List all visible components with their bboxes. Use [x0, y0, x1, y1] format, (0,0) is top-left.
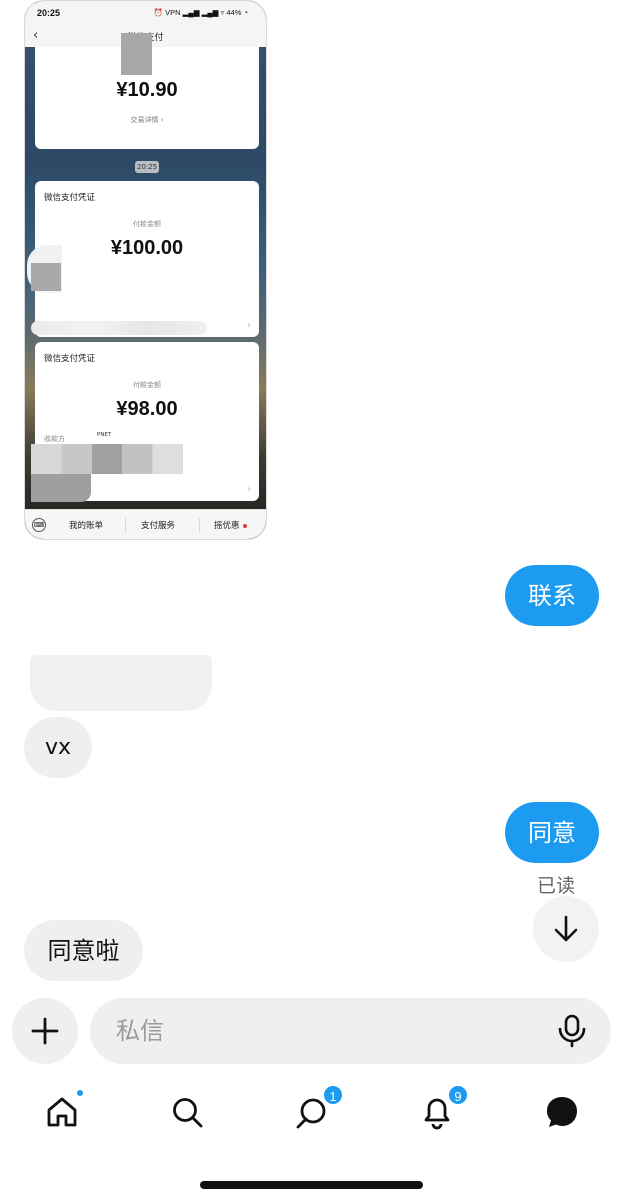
pixelated-redaction [121, 33, 152, 75]
pixelated-redaction [31, 474, 91, 502]
home-icon [47, 1097, 77, 1127]
payee-label: 收款方 [44, 435, 65, 443]
nav-communities[interactable]: 1 [292, 1084, 344, 1132]
nav-direct-messages[interactable] [542, 1092, 582, 1132]
image-time-chip: 20:25 [135, 161, 159, 173]
message-bubble-incoming[interactable]: 同意啦 [24, 920, 143, 981]
plus-icon [31, 1017, 59, 1045]
chevron-right-icon: › [247, 320, 251, 331]
nav-notifications[interactable]: 9 [417, 1084, 469, 1132]
image-status-bar: 20:25 ⏰ VPN ▂▄▆ ▂▄▆ ▿ 44% ◔ [25, 1, 266, 25]
image-status-icons: ⏰ VPN ▂▄▆ ▂▄▆ ▿ 44% ◔ [153, 8, 248, 17]
arrow-down-icon [554, 915, 578, 942]
message-bubble-incoming[interactable]: vx [24, 717, 92, 778]
microphone-icon[interactable] [557, 1014, 587, 1048]
scroll-to-bottom-button[interactable] [533, 896, 599, 962]
payment-amount: ¥10.90 [116, 79, 178, 101]
image-tab-pay-services: 支付服务 [141, 521, 176, 531]
message-input[interactable] [116, 1011, 536, 1051]
payment-amount-label: 付款金额 [133, 220, 161, 228]
payment-amount: ¥100.00 [110, 237, 184, 259]
message-text: vx [44, 734, 72, 760]
blurred-redaction [31, 321, 207, 335]
nav-search[interactable] [167, 1092, 207, 1132]
nav-home[interactable] [42, 1088, 85, 1132]
payment-amount: ¥98.00 [116, 398, 178, 420]
shared-payment-screenshot[interactable]: 20:25 ⏰ VPN ▂▄▆ ▂▄▆ ▿ 44% ◔ ‹ 微信支付 ¥10.9… [24, 0, 267, 540]
message-bubble-outgoing[interactable]: 同意 [505, 802, 599, 863]
tab-divider [199, 518, 200, 532]
payment-card: 微信支付凭证 付款金额 ¥100.00 › [35, 181, 259, 337]
notifications-count-badge: 9 [447, 1084, 469, 1106]
messages-count-badge: 1 [322, 1084, 344, 1106]
unread-dot-badge [75, 1088, 85, 1098]
pixelated-redaction [31, 444, 183, 474]
transaction-details-link: 交易详情 › [130, 116, 164, 124]
search-icon [173, 1098, 203, 1128]
message-composer [90, 998, 611, 1064]
payment-amount-label: 付款金额 [133, 381, 161, 389]
image-status-time: 20:25 [37, 8, 61, 18]
home-indicator [200, 1181, 423, 1189]
payment-card-title: 微信支付凭证 [44, 354, 96, 364]
chevron-right-icon: › [247, 484, 251, 495]
add-attachment-button[interactable] [12, 998, 78, 1064]
payee-logo: PNET [97, 432, 112, 438]
image-tab-my-bill: 我的账单 [69, 521, 104, 531]
image-tab-bar: ⌨ 我的账单 支付服务 摇优惠 [25, 509, 266, 539]
read-receipt: 已读 [537, 875, 576, 897]
tab-divider [125, 518, 126, 532]
payment-card-title: 微信支付凭证 [44, 193, 96, 203]
image-tab-shake-offers-label: 摇优惠 [214, 521, 240, 531]
message-text: 同意 [528, 818, 576, 847]
keyboard-icon: ⌨ [32, 518, 46, 532]
redacted-message [30, 655, 212, 711]
red-dot-icon [242, 523, 247, 528]
chat-bubble-icon [547, 1097, 577, 1127]
message-text: 联系 [528, 581, 576, 610]
image-tab-shake-offers: 摇优惠 [214, 519, 247, 531]
pixelated-redaction [31, 263, 61, 291]
message-bubble-outgoing[interactable]: 联系 [505, 565, 599, 626]
message-text: 同意啦 [47, 936, 120, 965]
